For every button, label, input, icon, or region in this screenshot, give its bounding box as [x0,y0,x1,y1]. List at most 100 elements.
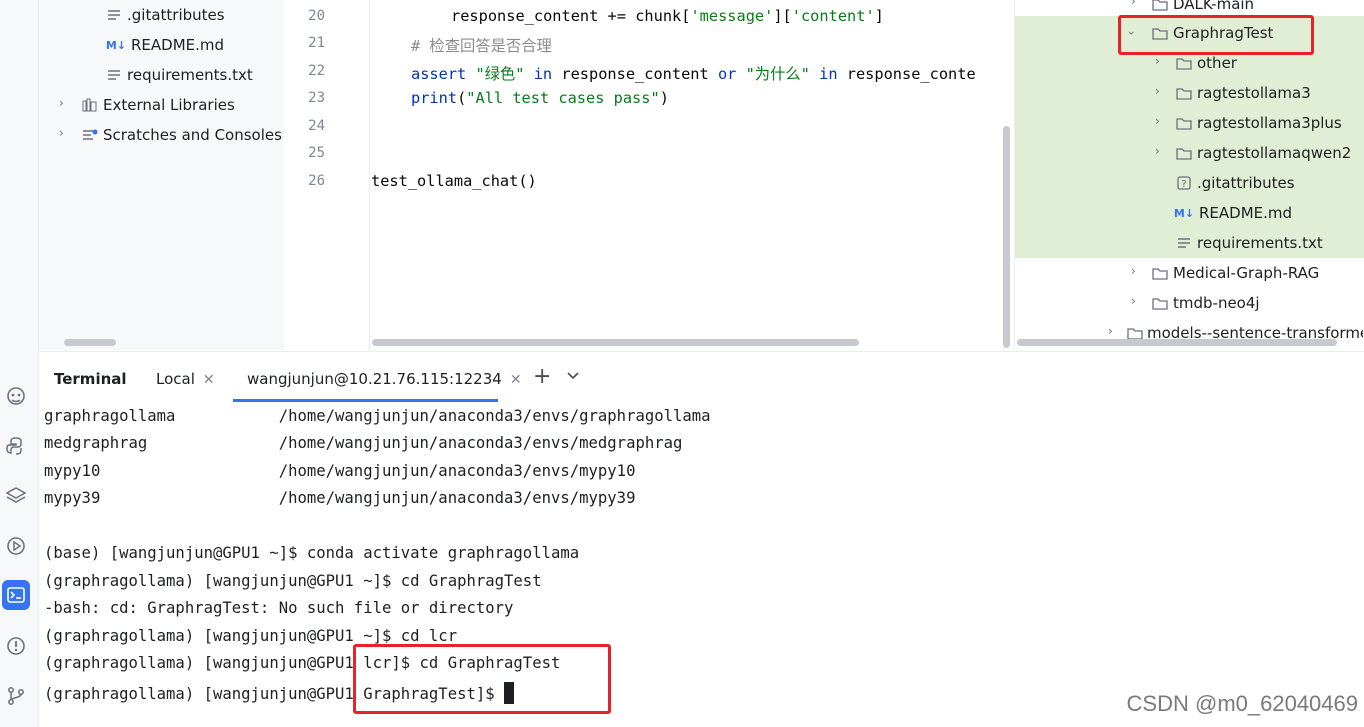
tree-item-scratches[interactable]: Scratches and Consoles [81,120,282,150]
chevron-right-icon[interactable]: › [59,96,64,110]
folder-icon [1151,297,1169,310]
tree-item-label: ragtestollamaqwen2 [1197,144,1352,162]
tree-item-requirements[interactable]: requirements.txt [1175,228,1323,258]
chevron-right-icon[interactable]: › [1155,84,1160,98]
line-number: 24 [308,118,325,134]
tree-item-label: Medical-Graph-RAG [1173,264,1320,282]
terminal-line: graphragollama /home/wangjunjun/anaconda… [44,407,711,425]
annotation-box [1118,15,1314,55]
tree-item-label: requirements.txt [1197,234,1323,252]
chevron-right-icon[interactable]: › [59,126,64,140]
terminal-line: medgraphrag /home/wangjunjun/anaconda3/e… [44,434,683,452]
tree-item-readme[interactable]: M↓ README.md [105,30,224,60]
tree-item-label: requirements.txt [127,66,253,84]
terminal-line: mypy10 /home/wangjunjun/anaconda3/envs/m… [44,462,636,480]
layers-icon[interactable] [3,483,29,509]
tree-item-gitattributes[interactable]: .gitattributes [105,0,225,30]
tree-item-label: tmdb-neo4j [1173,294,1260,312]
code-line-26: test_ollama_chat() [371,172,537,190]
chevron-right-icon[interactable]: › [1155,54,1160,68]
folder-icon [1175,117,1193,130]
tree-item-label: ragtestollama3 [1197,84,1311,102]
horizontal-scrollbar[interactable] [1017,339,1337,346]
tree-item-label: External Libraries [103,96,235,114]
code-editor[interactable]: response_content += chunk['message']['co… [370,0,1014,350]
terminal-line: (graphragollama) [wangjunjun@GPU1 ~]$ cd… [44,627,458,645]
tab-remote-session[interactable]: wangjunjun@10.21.76.115:12234 ✕ [247,370,522,388]
tree-item-label: other [1197,54,1237,72]
project-tree-left: .gitattributes M↓ README.md requirements… [39,0,284,350]
lines-icon [105,9,123,21]
folder-icon [1175,87,1193,100]
tab-local[interactable]: Local ✕ [156,370,215,388]
close-icon[interactable]: ✕ [203,372,215,388]
tree-item-ragtestollama3plus[interactable]: ragtestollama3plus [1175,108,1342,138]
tree-item-label: ragtestollama3plus [1197,114,1342,132]
horizontal-scrollbar[interactable] [64,339,116,346]
chevron-right-icon[interactable]: › [1108,324,1113,338]
problems-icon[interactable] [3,633,29,659]
tree-item-requirements[interactable]: requirements.txt [105,60,253,90]
terminal-output[interactable]: graphragollama /home/wangjunjun/anaconda… [39,403,1364,727]
services-icon[interactable] [3,533,29,559]
terminal-line: mypy39 /home/wangjunjun/anaconda3/envs/m… [44,489,636,507]
watermark: CSDN @m0_62040469 [1126,691,1358,716]
tab-label: Local [156,370,195,388]
scratches-icon [81,128,99,142]
tree-item-label: DALK-main [1173,0,1255,13]
chevron-right-icon[interactable]: › [1131,294,1136,308]
lines-icon [105,69,123,81]
line-number: 23 [308,90,325,106]
close-icon[interactable]: ✕ [510,372,522,388]
tree-item-label: .gitattributes [127,6,225,24]
tree-item-label: Scratches and Consoles [103,126,282,144]
library-icon [81,98,99,112]
svg-text:?: ? [1181,179,1186,190]
ai-assistant-icon[interactable] [3,383,29,409]
tool-window-strip [0,0,39,727]
tree-item-label: README.md [131,36,225,54]
chevron-right-icon[interactable]: › [1131,264,1136,278]
markdown-icon: M↓ [105,38,127,52]
line-number: 26 [308,173,325,189]
horizontal-scrollbar[interactable] [372,339,859,346]
git-icon[interactable] [3,683,29,709]
folder-icon [1127,327,1143,340]
chevron-right-icon[interactable]: › [1131,0,1136,8]
tree-item-ragtestollama3[interactable]: ragtestollama3 [1175,78,1311,108]
unknown-file-icon: ? [1175,176,1193,190]
annotation-box [353,644,611,714]
project-tree-right: › DALK-main › GraphragTest › other › rag… [1014,0,1364,350]
folder-icon [1151,267,1169,280]
python-console-icon[interactable] [3,433,29,459]
terminal-line: -bash: cd: GraphragTest: No such file or… [44,599,514,617]
chevron-right-icon[interactable]: › [1155,144,1160,158]
line-number: 21 [308,35,325,51]
chevron-down-icon[interactable] [566,368,580,386]
lines-icon [1175,237,1193,249]
tree-item-external-libraries[interactable]: External Libraries [81,90,235,120]
tree-item-gitattributes[interactable]: ? .gitattributes [1175,168,1295,198]
tree-item-tmdb-neo4j[interactable]: tmdb-neo4j [1151,288,1260,318]
tree-item-ragtestollamaqwen2[interactable]: ragtestollamaqwen2 [1175,138,1351,168]
terminal-line: (graphragollama) [wangjunjun@GPU1 ~]$ cd… [44,572,542,590]
code-line-23: print("All test cases pass") [411,89,669,107]
chevron-right-icon[interactable]: › [1155,114,1160,128]
add-tab-icon[interactable]: + [533,364,551,389]
editor-gutter: 20 21 22 23 24 25 26 [285,0,370,350]
markdown-icon: M↓ [1173,206,1195,220]
code-line-21: # 检查回答是否合理 [411,37,552,55]
tree-item-label: README.md [1199,204,1293,222]
terminal-icon[interactable] [2,580,30,610]
vertical-scrollbar[interactable] [1003,126,1010,348]
tree-item-readme[interactable]: M↓ README.md [1173,198,1292,228]
line-number: 22 [308,63,325,79]
terminal-title: Terminal [54,370,127,388]
tree-item-medical-graph-rag[interactable]: Medical-Graph-RAG [1151,258,1319,288]
line-number: 20 [308,8,325,24]
tree-item-label: .gitattributes [1197,174,1295,192]
folder-icon [1151,0,1169,11]
active-tab-indicator [233,399,498,402]
tab-label: wangjunjun@10.21.76.115:12234 [247,370,502,388]
code-line-20: response_content += chunk['message']['co… [451,7,884,25]
